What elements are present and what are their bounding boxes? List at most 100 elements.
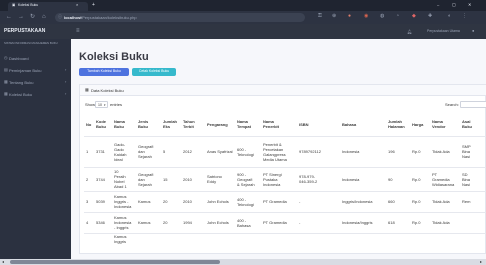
maximize-button[interactable]: ▢ [452, 3, 456, 7]
cell-halaman: 90 [388, 176, 393, 182]
extension-icon-5[interactable]: ◆ [412, 14, 416, 19]
col-header[interactable]: No [86, 122, 92, 127]
menu-toggle-icon[interactable]: ≡ [76, 28, 80, 34]
sidebar-item-koleksi[interactable]: ▦ Koleksi Buku › [0, 90, 71, 99]
cell-jenis: Kamus [138, 199, 151, 204]
cell-tempat: 900 - Geografi & Sejarah [237, 171, 255, 187]
sidebar-section-label: SISTEM INFORMASI MANAJEMEN BUKU [4, 41, 58, 45]
cell-harga: Rp.0 [412, 199, 421, 204]
profile-icon[interactable]: ◐ [448, 14, 451, 19]
cell-bahasa: Indonesia/Inggris [342, 220, 373, 225]
entries-select[interactable]: 10 ▾ [95, 101, 108, 108]
scroll-left-arrow-icon[interactable]: ◂ [2, 259, 4, 264]
back-arrow-icon[interactable]: ← [6, 14, 12, 20]
minimize-button[interactable]: – [437, 3, 439, 7]
cell-vendor: Tidak Ada [432, 199, 450, 204]
sidebar-item-tentang[interactable]: ▦ Tentang Buku › [0, 78, 71, 87]
sidebar-item-peminjaman[interactable]: ▤ Peminjaman Buku › [0, 66, 71, 75]
cell-nama-buku: 10 Peraih Nobel Abad 1 [114, 169, 127, 189]
chevron-right-icon: › [65, 79, 67, 84]
col-header[interactable]: Jumlah Halaman [388, 119, 405, 129]
sidebar-item-label: Dashboard [9, 55, 29, 61]
key-icon[interactable]: ⚿ [318, 14, 322, 19]
chevron-right-icon: › [65, 67, 67, 72]
tab-close-icon[interactable]: × [76, 3, 78, 7]
search-input[interactable] [460, 101, 486, 108]
cell-penerbit: PT Gramedia [263, 199, 287, 204]
col-header[interactable]: Harga [412, 122, 428, 127]
cell-jenis: Kamus [138, 220, 151, 225]
cell-kode: 5039 [96, 199, 105, 204]
extensions-puzzle-icon[interactable]: ✚ [428, 14, 432, 19]
col-header[interactable]: Jenis Buku [138, 119, 153, 129]
col-header[interactable]: ISBN [299, 122, 338, 127]
col-header[interactable]: Asal Buku [462, 119, 474, 129]
extension-icon-1[interactable]: ● [348, 14, 351, 19]
scroll-right-arrow-icon[interactable]: ▸ [480, 259, 482, 264]
card-header [80, 85, 486, 96]
col-header[interactable]: Nama Buku [114, 119, 129, 129]
cell-tahun: 2010 [183, 176, 192, 182]
sidebar-item-label: Peminjaman Buku [9, 67, 42, 73]
browser-menu-icon[interactable]: ⋮ [462, 14, 467, 19]
cell-halaman: 618 [388, 220, 395, 225]
cell-jenis: Geografi dan Sejarah [138, 171, 154, 187]
col-header[interactable]: Jumlah Eks [163, 119, 177, 129]
scrollbar-thumb[interactable] [10, 260, 220, 264]
col-header[interactable]: Nama Penerbit [263, 119, 279, 129]
cell-isbn: 9789792112 [299, 149, 321, 154]
table-row: 3 5039 Kamus Inggris - Indonesia Kamus 2… [84, 191, 486, 212]
col-header[interactable]: Pengarang [207, 122, 233, 127]
new-tab-button[interactable]: + [92, 3, 95, 8]
col-header[interactable]: Nama Vendor [432, 119, 448, 129]
cell-jenis: Geografi dan Sejarah [138, 144, 154, 159]
col-header[interactable]: Nama Tempat [237, 119, 253, 129]
extension-icon-2[interactable]: ◉ [364, 14, 368, 19]
cell-nama-buku: Kamus Inggris - Indonesia [114, 194, 132, 209]
brand-title[interactable]: PERPUSTAKAAN [4, 29, 45, 34]
card-title: Data Koleksi Buku [91, 88, 124, 93]
sidebar-item-dashboard[interactable]: ◷ Dashboard [0, 54, 71, 63]
cell-isbn: - [299, 220, 301, 225]
tab-favicon-icon: ▣ [12, 3, 16, 7]
table-row: 2 3744 10 Peraih Nobel Abad 1 Geografi d… [84, 167, 486, 191]
col-header[interactable]: Bahasa [342, 122, 384, 127]
app-header [0, 24, 486, 39]
cell-vendor: Tidak Ada [432, 220, 450, 225]
sidebar-item-label: Koleksi Buku [9, 91, 33, 97]
home-icon[interactable]: ⌂ [42, 14, 46, 20]
cell-nama-buku: Kamus Inggris [114, 234, 127, 245]
cell-isbn: 978-979-046-359-2 [299, 174, 318, 184]
add-book-button[interactable]: Tambah Koleksi Buku [79, 68, 129, 76]
cell-nama-buku: Kamus Indonesia - Inggris [114, 215, 132, 230]
extension-icon-3[interactable]: ◍ [380, 14, 384, 19]
notification-bell-icon[interactable]: 🔔︎ [407, 30, 412, 34]
print-book-button[interactable]: Cetak Koleksi Buku [132, 68, 176, 76]
zoom-icon[interactable]: ⊕ [332, 14, 336, 19]
cell-kode: 3744 [96, 176, 105, 182]
cell-harga: Rp.0 [412, 176, 421, 182]
col-header[interactable]: Tahun Terbit [183, 119, 197, 129]
cell-jumlah-eks: 15 [163, 176, 168, 182]
user-avatar-icon[interactable]: ● [472, 29, 474, 33]
close-window-button[interactable]: ✕ [468, 3, 471, 7]
cell-halaman: 660 [388, 199, 395, 204]
cell-jumlah-eks: 20 [163, 199, 168, 204]
cell-nama-buku: Gado-Gado Kaidah Ideal [114, 141, 127, 162]
col-header[interactable]: Kode Buku [96, 119, 108, 129]
cell-kode: 3731 [96, 149, 105, 154]
cell-vendor: Tidak Ada [432, 149, 450, 154]
cell-penerbit: Penerbit & Percetakan Galangpress Media … [263, 141, 287, 162]
table-row: 1 3731 Gado-Gado Kaidah Ideal Geografi d… [84, 136, 486, 167]
reload-icon[interactable]: ↻ [30, 14, 35, 20]
forward-arrow-icon[interactable]: → [18, 14, 24, 20]
cell-bahasa: Indonesia [342, 176, 360, 182]
user-name[interactable]: Perpustakaan Utama [427, 29, 460, 34]
table-icon: ▦ [85, 87, 89, 92]
tab-title: Koleksi Buku [18, 3, 39, 7]
cell-pengarang: John Echols [207, 220, 229, 225]
cell-halaman: 196 [388, 149, 395, 154]
list-icon: ▦ [4, 91, 8, 96]
site-info-icon[interactable]: ⓘ [58, 15, 62, 19]
extension-icon-4[interactable]: ◔ [396, 14, 399, 19]
